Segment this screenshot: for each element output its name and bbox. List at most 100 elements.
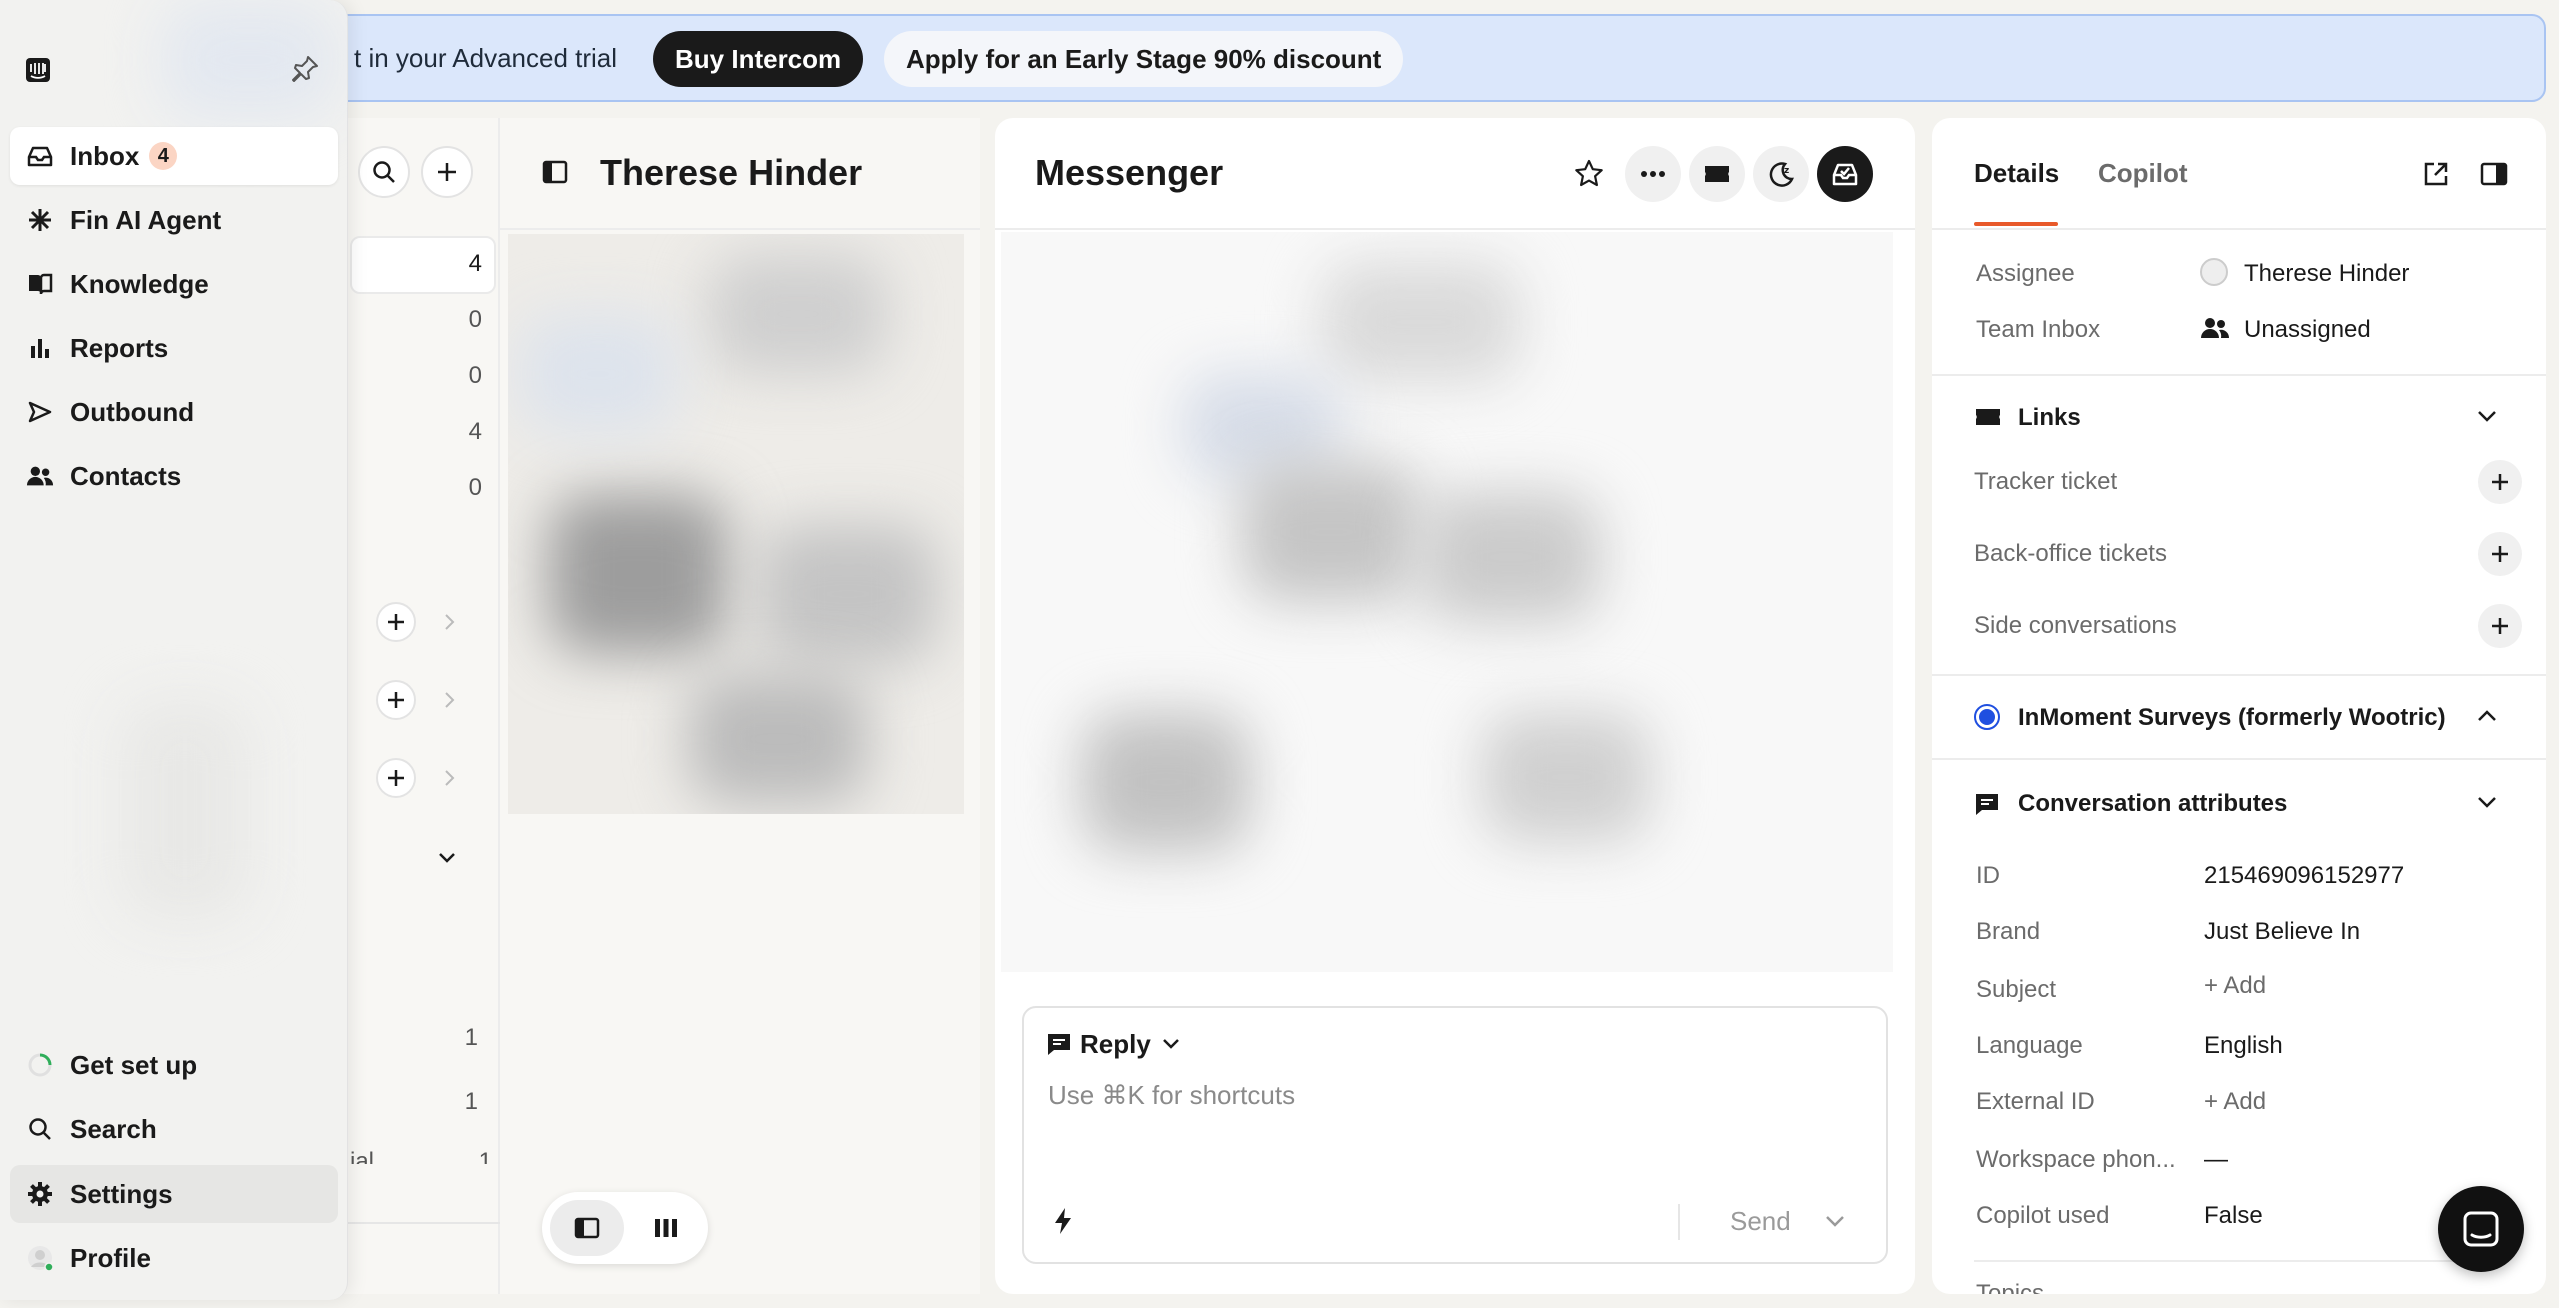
layout-toggle — [542, 1192, 708, 1264]
close-conversation-button[interactable] — [1817, 146, 1873, 202]
inbox-icon — [26, 142, 54, 170]
side-conversations-label: Side conversations — [1974, 612, 2177, 639]
conversation-title: Therese Hinder — [600, 152, 863, 193]
sidebar-item-inbox[interactable]: Inbox 4 — [10, 127, 338, 185]
main-sidebar: Inbox 4 Fin AI Agent Knowledge Reports O… — [0, 0, 348, 1300]
count-4: 0 — [468, 474, 482, 501]
sidebar-item-label: Search — [70, 1113, 157, 1144]
links-title[interactable]: Links — [2018, 404, 2081, 432]
reply-type-selector[interactable]: Reply — [1046, 1024, 1181, 1064]
add-tracker-ticket-button[interactable] — [2478, 460, 2522, 504]
ticket-icon — [1976, 409, 2000, 425]
intercom-logo-icon[interactable] — [24, 56, 52, 84]
apply-discount-button[interactable]: Apply for an Early Stage 90% discount — [884, 31, 1404, 87]
progress-icon — [26, 1051, 54, 1079]
attr-copilot-used-value: False — [2204, 1202, 2263, 1229]
conversation-column: Therese Hinder — [500, 118, 980, 1294]
add-side-conversation-button[interactable] — [2478, 604, 2522, 648]
people-icon — [2201, 318, 2230, 338]
inbox-check-icon — [1832, 163, 1858, 186]
people-icon — [26, 462, 54, 490]
inmoment-title[interactable]: InMoment Surveys (formerly Wootric) — [2018, 704, 2446, 732]
sidebar-item-get-set-up[interactable]: Get set up — [10, 1036, 338, 1094]
attr-brand-label: Brand — [1976, 918, 2041, 945]
plus-icon — [388, 614, 404, 630]
sidebar-item-settings[interactable]: Settings — [10, 1165, 338, 1223]
sidebar-item-label: Fin AI Agent — [70, 204, 222, 235]
count-3: 4 — [468, 418, 482, 445]
ticket-button[interactable] — [1689, 146, 1745, 202]
sidebar-item-outbound[interactable]: Outbound — [10, 383, 338, 441]
pin-icon[interactable] — [290, 54, 320, 84]
attr-id-value: 215469096152977 — [2204, 862, 2405, 889]
book-icon — [26, 270, 54, 298]
chevron-down-icon[interactable] — [2476, 794, 2498, 810]
partial-row: ial 1 — [350, 1148, 496, 1164]
sidebar-item-contacts[interactable]: Contacts — [10, 447, 338, 505]
reply-input[interactable]: Use ⌘K for shortcuts — [1048, 1080, 1295, 1111]
messenger-header-divider — [995, 228, 1915, 230]
sidebar-item-knowledge[interactable]: Knowledge — [10, 255, 338, 313]
plus-icon — [388, 770, 404, 786]
count-1: 0 — [468, 306, 482, 333]
attr-brand-value[interactable]: Just Believe In — [2204, 918, 2360, 946]
tab-copilot[interactable]: Copilot — [2098, 158, 2188, 189]
lightning-icon[interactable] — [1052, 1206, 1074, 1236]
toggle-panel-icon[interactable] — [542, 160, 568, 184]
chevron-down-icon[interactable] — [1824, 1214, 1846, 1228]
open-external-icon[interactable] — [2422, 160, 2450, 188]
columns-icon — [655, 1219, 677, 1237]
attr-workspace-phone-label: Workspace phon... — [1976, 1146, 2176, 1173]
sidebar-item-label: Get set up — [70, 1049, 198, 1080]
chat-icon — [1048, 1034, 1070, 1055]
attr-subject-label: Subject — [1976, 976, 2057, 1003]
assignee-value[interactable]: Therese Hinder — [2244, 260, 2409, 288]
attr-language-label: Language — [1976, 1032, 2083, 1059]
trial-banner: t in your Advanced trial Buy Intercom Ap… — [0, 14, 2546, 102]
add-view-button[interactable] — [376, 680, 416, 720]
add-view-button[interactable] — [376, 758, 416, 798]
star-icon[interactable] — [1573, 158, 1605, 190]
tracker-ticket-label: Tracker ticket — [1974, 468, 2118, 495]
attr-subject-add[interactable]: + Add — [2204, 972, 2266, 1000]
sidebar-item-fin-ai-agent[interactable]: Fin AI Agent — [10, 191, 338, 249]
blurred-messages — [1001, 232, 1893, 972]
sidebar-item-label: Settings — [70, 1178, 173, 1209]
list-divider — [330, 1222, 500, 1224]
chevron-up-icon[interactable] — [2476, 708, 2498, 724]
sidebar-item-reports[interactable]: Reports — [10, 319, 338, 377]
team-inbox-value[interactable]: Unassigned — [2244, 316, 2371, 344]
more-button[interactable] — [1625, 146, 1681, 202]
chevron-right-icon[interactable] — [442, 768, 456, 788]
buy-intercom-button[interactable]: Buy Intercom — [653, 31, 864, 87]
snooze-button[interactable]: z — [1753, 146, 1809, 202]
add-back-office-button[interactable] — [2478, 532, 2522, 576]
attr-language-value[interactable]: English — [2204, 1032, 2283, 1060]
layout-single-button[interactable] — [550, 1200, 624, 1256]
tab-active-indicator — [1974, 222, 2058, 226]
layout-columns-button[interactable] — [632, 1200, 700, 1256]
sidebar-item-label: Contacts — [70, 460, 182, 491]
gear-icon — [26, 1180, 54, 1208]
sidebar-toggle-icon[interactable] — [2480, 162, 2508, 186]
chevron-down-icon[interactable] — [2476, 408, 2498, 424]
messenger-launcher-button[interactable] — [2438, 1186, 2524, 1272]
inmoment-logo-icon — [1974, 704, 2000, 730]
count-2: 0 — [468, 362, 482, 389]
new-conversation-button[interactable] — [421, 146, 473, 198]
search-button[interactable] — [358, 146, 410, 198]
sidebar-item-profile[interactable]: Profile — [10, 1229, 338, 1287]
chevron-right-icon[interactable] — [442, 690, 456, 710]
add-view-button[interactable] — [376, 602, 416, 642]
conversation-attributes-title[interactable]: Conversation attributes — [2018, 790, 2287, 818]
send-divider — [1678, 1204, 1680, 1240]
tab-details[interactable]: Details — [1974, 158, 2059, 189]
attr-workspace-phone-value[interactable]: — — [2204, 1146, 2228, 1174]
chevron-right-icon[interactable] — [442, 612, 456, 632]
send-button[interactable]: Send — [1730, 1206, 1791, 1237]
partial-topics-row: Topics — [1976, 1280, 2176, 1294]
sidebar-item-search[interactable]: Search — [10, 1100, 338, 1158]
attr-external-id-add[interactable]: + Add — [2204, 1088, 2266, 1116]
chevron-down-icon[interactable] — [436, 850, 458, 866]
sub-count-0: 1 — [464, 1024, 478, 1051]
